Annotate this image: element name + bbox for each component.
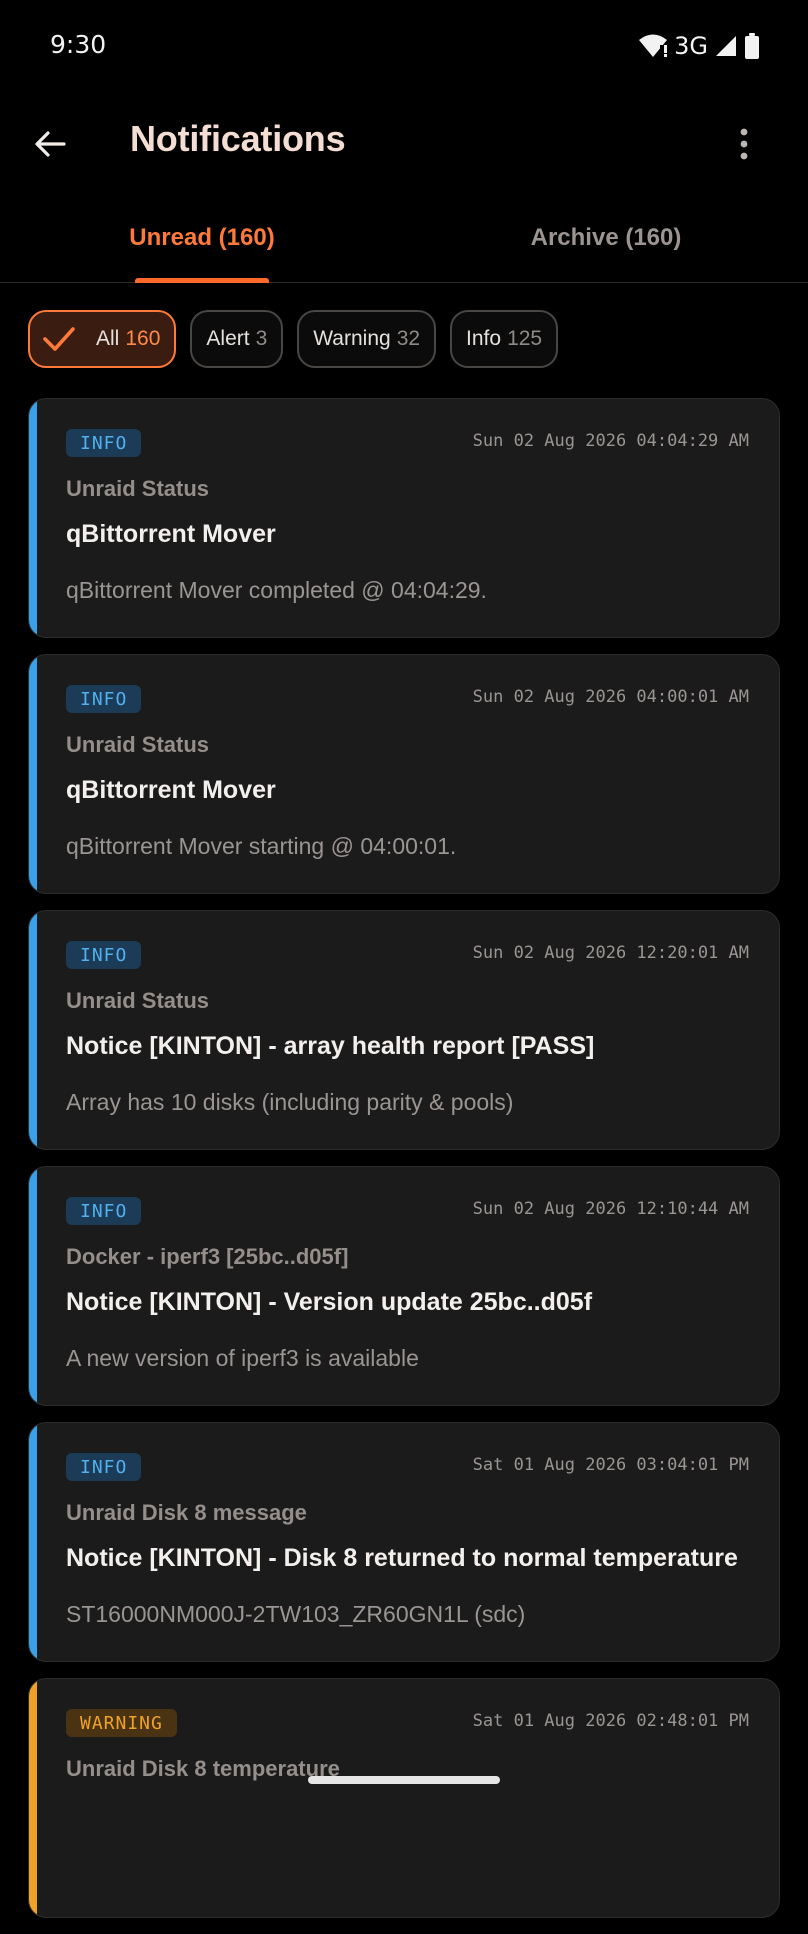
check-icon [43,327,75,351]
tab-unread[interactable]: Unread (160) [0,194,404,282]
notification-card[interactable]: INFO Sun 02 Aug 2026 04:04:29 AM Unraid … [28,398,780,638]
filter-chip-label: Info [466,327,502,350]
severity-badge: INFO [66,941,142,969]
notification-card[interactable]: INFO Sat 01 Aug 2026 03:04:01 PM Unraid … [28,1422,780,1662]
notification-card[interactable]: INFO Sun 02 Aug 2026 04:00:01 AM Unraid … [28,654,780,894]
notification-timestamp: Sun 02 Aug 2026 12:20:01 AM [472,943,749,963]
notification-title: qBittorrent Mover [66,776,276,804]
severity-badge: WARNING [66,1709,177,1737]
notification-message: qBittorrent Mover completed @ 04:04:29. [66,577,487,603]
notification-card[interactable]: WARNING Sat 01 Aug 2026 02:48:01 PM Unra… [28,1678,780,1918]
filter-chip-warning[interactable]: Warning 32 [297,310,437,368]
notification-source: Unraid Status [66,732,210,757]
filter-chip-label: Alert [206,327,250,350]
severity-badge: INFO [66,429,142,457]
filter-chip-info[interactable]: Info 125 [450,310,559,368]
filter-chip-count: 32 [396,327,421,350]
severity-stripe [29,1167,37,1405]
notification-message: qBittorrent Mover starting @ 04:00:01. [66,833,457,859]
notification-timestamp: Sat 01 Aug 2026 03:04:01 PM [472,1455,749,1475]
notification-message: Array has 10 disks (including parity & p… [66,1089,514,1115]
filter-chip-count: 160 [125,327,161,350]
tab-indicator [135,278,269,283]
filter-chips: All 160 Alert 3 Warning 32 Info 125 [28,310,559,372]
notification-source: Unraid Status [66,988,210,1013]
notification-source: Docker - iperf3 [25bc..d05f] [66,1244,349,1269]
filter-chip-label: All [96,327,120,350]
notification-message: A new version of iperf3 is available [66,1345,419,1371]
severity-badge: INFO [66,685,142,713]
filter-chip-alert[interactable]: Alert 3 [190,310,284,368]
filter-chip-all[interactable]: All 160 [28,310,177,368]
signal-icon [714,34,738,58]
wifi-icon [638,33,668,59]
home-indicator[interactable] [308,1776,500,1784]
filter-chip-label: Warning [313,327,391,350]
notification-list: INFO Sun 02 Aug 2026 04:04:29 AM Unraid … [28,398,780,1934]
status-bar: 9:30 3G [0,0,808,96]
arrow-left-icon [34,128,66,165]
notification-timestamp: Sat 01 Aug 2026 02:48:01 PM [472,1711,749,1731]
severity-stripe [29,399,37,637]
severity-stripe [29,1679,37,1917]
network-type: 3G [674,32,708,60]
tab-bar: Unread (160) Archive (160) [0,194,808,283]
filter-chip-count: 3 [255,327,268,350]
notification-timestamp: Sun 02 Aug 2026 04:04:29 AM [472,431,749,451]
notification-message: ST16000NM000J-2TW103_ZR60GN1L (sdc) [66,1601,526,1627]
notification-source: Unraid Disk 8 temperature [66,1756,340,1781]
severity-stripe [29,1423,37,1661]
more-options-button[interactable] [720,122,768,170]
notification-source: Unraid Status [66,476,210,501]
notification-card[interactable]: INFO Sun 02 Aug 2026 12:20:01 AM Unraid … [28,910,780,1150]
more-vertical-icon [740,128,748,165]
battery-icon [744,33,760,59]
notification-title: qBittorrent Mover [66,520,276,548]
tab-archive[interactable]: Archive (160) [404,194,808,282]
notification-title: Notice [KINTON] - array health report [P… [66,1032,595,1060]
notification-title: Notice [KINTON] - Disk 8 returned to nor… [66,1544,738,1572]
severity-stripe [29,655,37,893]
notification-card[interactable]: INFO Sun 02 Aug 2026 12:10:44 AM Docker … [28,1166,780,1406]
status-time: 9:30 [50,30,107,59]
severity-badge: INFO [66,1197,142,1225]
back-button[interactable] [26,122,74,170]
severity-badge: INFO [66,1453,142,1481]
app-bar: Notifications [0,96,808,194]
severity-stripe [29,911,37,1149]
notification-timestamp: Sun 02 Aug 2026 04:00:01 AM [472,687,749,707]
filter-chip-count: 125 [507,327,543,350]
notification-timestamp: Sun 02 Aug 2026 12:10:44 AM [472,1199,749,1219]
notification-source: Unraid Disk 8 message [66,1500,307,1525]
status-icons: 3G [638,28,760,64]
page-title: Notifications [130,118,346,159]
notification-title: Notice [KINTON] - Version update 25bc..d… [66,1288,593,1316]
